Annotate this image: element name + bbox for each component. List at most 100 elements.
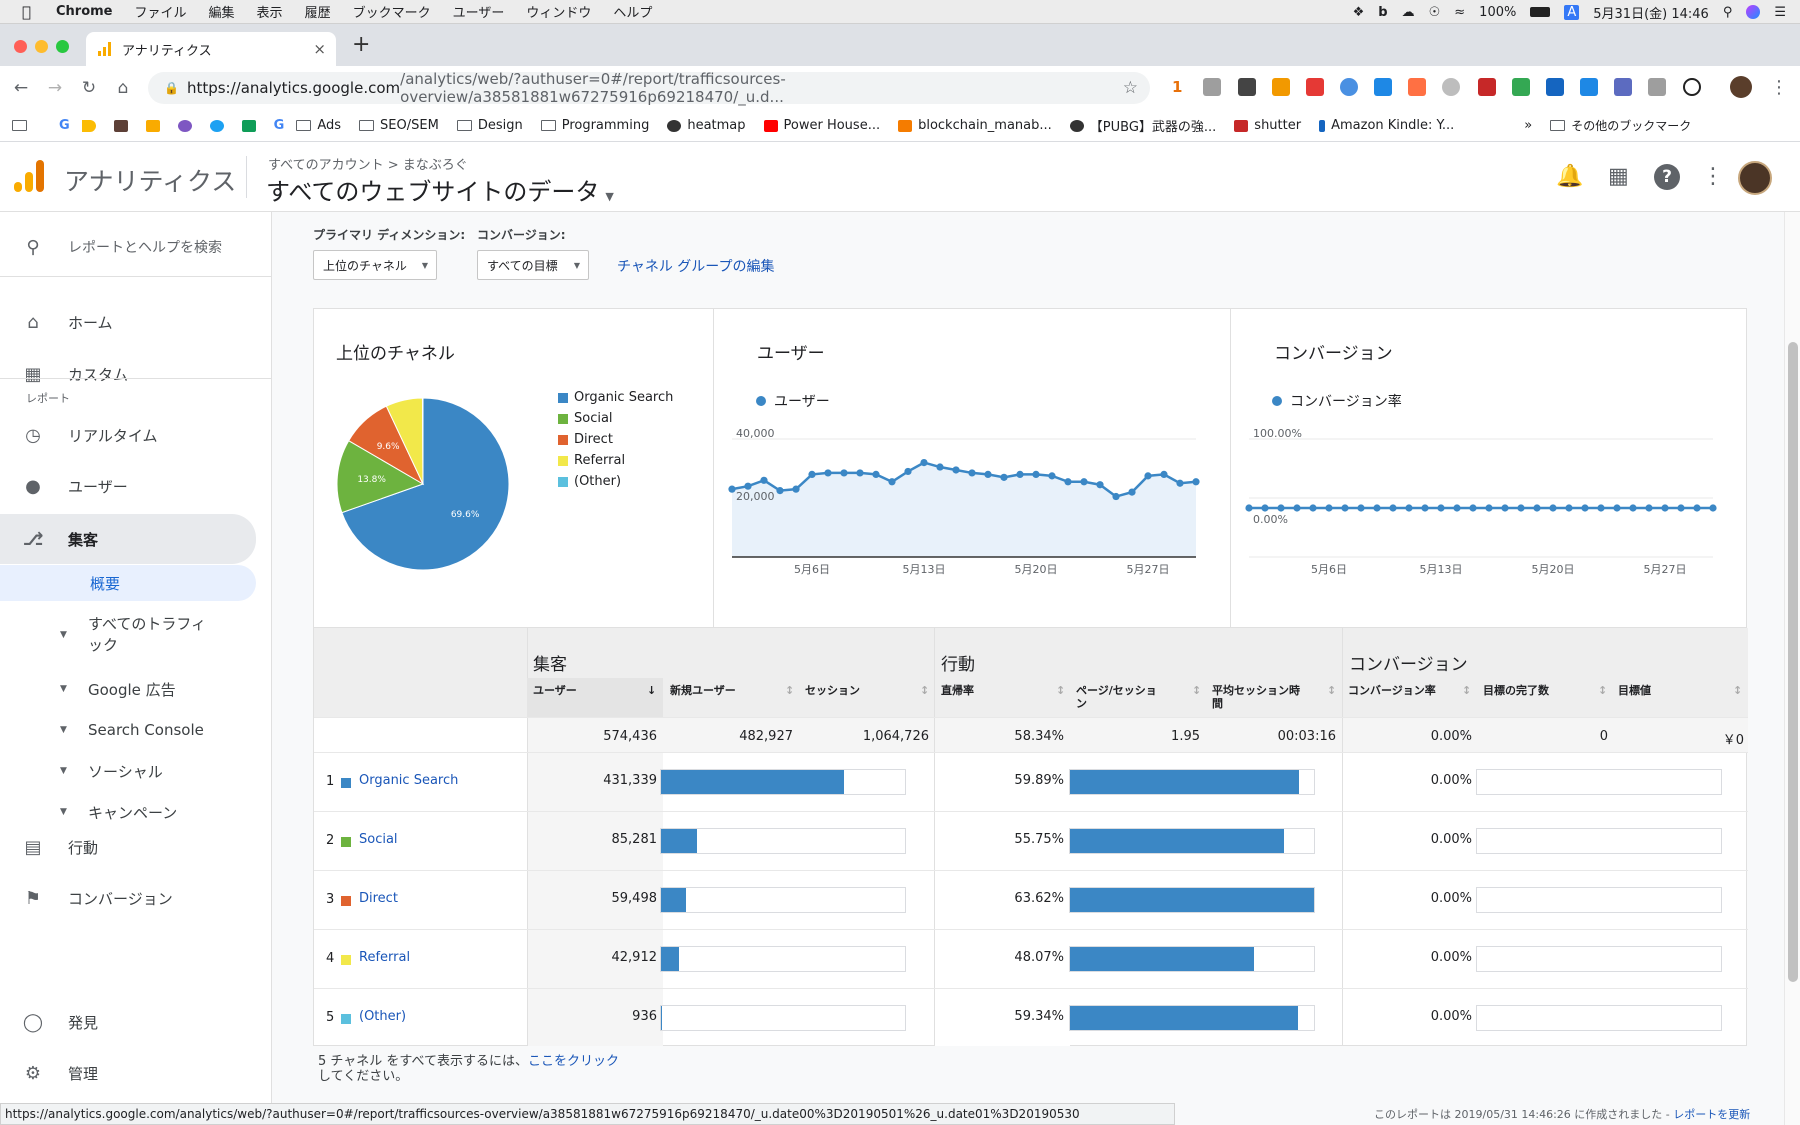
data-point[interactable] (1549, 504, 1557, 512)
menu-window[interactable]: ウィンドウ (526, 2, 591, 21)
spotlight-icon[interactable]: ⚲ (1723, 5, 1733, 20)
bookmark-powerhouse[interactable]: Power House... (763, 118, 880, 133)
data-point[interactable] (1309, 504, 1317, 512)
data-point[interactable] (1613, 504, 1621, 512)
bookmark-twitter-icon[interactable] (209, 119, 230, 132)
info-extension-icon[interactable] (1683, 78, 1701, 96)
ga-user-avatar[interactable] (1738, 161, 1772, 195)
analytics-logo-icon[interactable] (14, 160, 44, 192)
extension-badge[interactable]: 1 (1172, 78, 1182, 96)
new-tab-button[interactable]: + (352, 32, 370, 57)
camera-extension-icon[interactable] (1203, 78, 1221, 96)
bookmark-folder-design[interactable]: Design (456, 118, 523, 133)
apps-grid-icon[interactable]: ▦ (1608, 164, 1629, 189)
header-pages-per-session[interactable]: ページ/セッション (1076, 684, 1157, 710)
data-point[interactable] (1533, 504, 1541, 512)
dropbox-icon[interactable]: ❖ (1353, 5, 1365, 20)
bookmark-other-folder[interactable]: その他のブックマーク (1550, 117, 1691, 134)
header-goal-value[interactable]: 目標値 (1618, 684, 1651, 697)
menu-bookmarks[interactable]: ブックマーク (353, 2, 431, 21)
sidebar-sub-all-traffic[interactable]: ▼ すべてのトラフィ ック (0, 608, 256, 662)
show-all-channels-link[interactable]: ここをクリック (528, 1054, 619, 1069)
data-point[interactable] (1000, 473, 1008, 481)
bookmark-google-2[interactable]: G (274, 118, 285, 133)
primary-dimension-dropdown[interactable]: 上位のチャネル ▼ (313, 250, 437, 280)
red-extension-icon[interactable] (1306, 78, 1324, 96)
data-point[interactable] (1144, 472, 1152, 480)
conversion-dropdown[interactable]: すべての目標 ▼ (477, 250, 589, 280)
header-sessions[interactable]: セッション (805, 684, 860, 697)
data-point[interactable] (744, 482, 752, 490)
back-icon[interactable]: ← (8, 78, 34, 98)
data-point[interactable] (1261, 504, 1269, 512)
data-point[interactable] (888, 478, 896, 486)
sort-icon[interactable]: ↕ (1733, 684, 1742, 697)
data-point[interactable] (760, 476, 768, 484)
sidebar-item-admin[interactable]: ⚙ 管理 (0, 1053, 272, 1093)
lock-icon[interactable]: 🔒 (164, 81, 179, 95)
cloud-icon[interactable]: ☁ (1402, 5, 1415, 20)
menu-app-name[interactable]: Chrome (56, 4, 113, 19)
channel-link[interactable]: Direct (359, 891, 398, 906)
bookmark-analytics-icon[interactable] (145, 119, 166, 132)
menu-history[interactable]: 履歴 (305, 2, 331, 21)
tag-extension-icon[interactable] (1374, 78, 1392, 96)
chart-extension-icon[interactable] (1272, 78, 1290, 96)
header-goal-completions[interactable]: 目標の完了数 (1483, 684, 1549, 697)
channel-link[interactable]: Referral (359, 950, 410, 965)
sidebar-item-acquisition[interactable]: ⎇ 集客 (0, 514, 256, 564)
chrome-menu-icon[interactable]: ⋮ (1770, 77, 1788, 98)
page-scrollbar[interactable] (1784, 212, 1800, 1125)
sidebar-item-realtime[interactable]: ◷ リアルタイム (0, 415, 272, 455)
data-point[interactable] (1128, 488, 1136, 496)
zoom-window-button[interactable] (56, 40, 69, 53)
forward-icon[interactable]: → (42, 78, 68, 98)
bookmark-star-icon[interactable]: ☆ (1123, 78, 1138, 98)
sort-icon[interactable]: ↕ (920, 684, 929, 697)
bookmark-wifi-icon[interactable] (177, 119, 198, 132)
users-line-chart[interactable]: 40,000 20,000 5月6日 5月13日 5月20日 5月27日 (714, 419, 1214, 599)
channels-pie-chart[interactable]: 69.6% 13.8% 9.6% (328, 389, 518, 579)
data-point[interactable] (1469, 504, 1477, 512)
data-point[interactable] (1485, 504, 1493, 512)
bookmark-folder-ads[interactable]: Ads (296, 118, 341, 133)
data-point[interactable] (1080, 478, 1088, 486)
sidebar-sub-search-console[interactable]: ▼ Search Console (0, 712, 256, 748)
sort-icon[interactable]: ↕ (1192, 684, 1201, 697)
help-icon[interactable]: ? (1654, 164, 1680, 190)
bookmark-apps[interactable] (12, 120, 33, 131)
bell-icon[interactable]: 🔔 (1556, 164, 1583, 189)
check-extension-icon[interactable] (1580, 78, 1598, 96)
battery-percent[interactable]: 100% (1479, 5, 1516, 20)
sort-icon[interactable]: ↕ (785, 684, 794, 697)
data-point[interactable] (872, 470, 880, 478)
channel-link[interactable]: (Other) (359, 1009, 406, 1024)
battery-icon[interactable] (1530, 7, 1551, 17)
data-point[interactable] (1405, 504, 1413, 512)
apple-icon[interactable]:  (22, 3, 42, 21)
sidebar-item-home[interactable]: ⌂ ホーム (0, 302, 272, 342)
data-point[interactable] (1597, 504, 1605, 512)
siri-icon[interactable] (1746, 5, 1761, 19)
clock[interactable]: 5月31日(金) 14:46 (1593, 3, 1709, 22)
link-extension-icon[interactable] (1340, 78, 1358, 96)
m-extension-icon[interactable] (1238, 78, 1256, 96)
breadcrumb[interactable]: すべてのアカウント > まなぶろぐ (268, 154, 468, 173)
channel-link[interactable]: Organic Search (359, 773, 458, 788)
sidebar-item-discover[interactable]: ◯ 発見 (0, 1002, 272, 1042)
sidebar-sub-campaigns[interactable]: ▼ キャンペーン (0, 794, 256, 830)
data-point[interactable] (1341, 504, 1349, 512)
data-point[interactable] (840, 469, 848, 477)
sidebar-sub-social[interactable]: ▼ ソーシャル (0, 753, 256, 789)
wifi-icon[interactable]: ≈ (1454, 5, 1465, 20)
data-point[interactable] (1517, 504, 1525, 512)
sidebar-search[interactable]: ⚲ レポートとヘルプを検索 (0, 224, 272, 270)
header-conversion-rate[interactable]: コンバージョン率 (1348, 684, 1436, 697)
more-options-icon[interactable]: ⋮ (1702, 164, 1724, 189)
bookmark-folder-seo[interactable]: SEO/SEM (359, 118, 439, 133)
screenshot-extension-icon[interactable] (1614, 78, 1632, 96)
scrollbar-thumb[interactable] (1788, 342, 1798, 982)
data-point[interactable] (1032, 470, 1040, 478)
sort-desc-icon[interactable]: ↓ (647, 684, 656, 697)
close-window-button[interactable] (14, 40, 27, 53)
